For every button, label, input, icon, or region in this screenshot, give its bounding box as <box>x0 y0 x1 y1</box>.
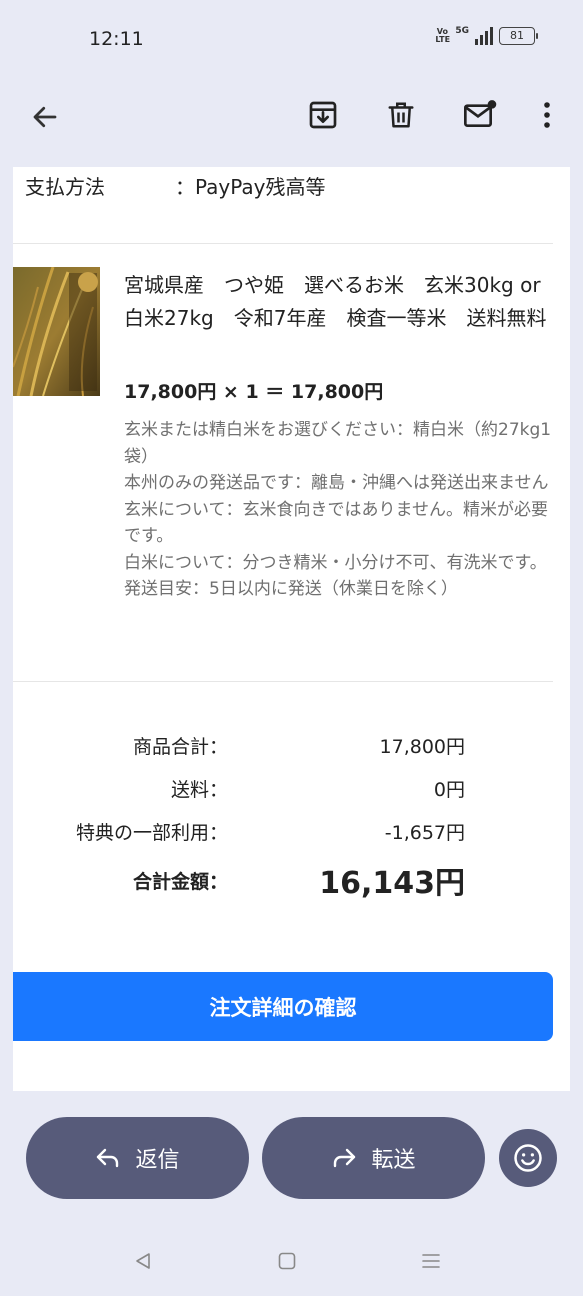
nav-home-button[interactable] <box>272 1246 302 1276</box>
status-icons: Vo LTE 5G 81 <box>435 26 538 45</box>
nav-back-button[interactable] <box>128 1246 158 1276</box>
delete-button[interactable] <box>380 94 422 136</box>
emoji-icon <box>514 1144 542 1172</box>
shipping-value: 0円 <box>433 779 465 801</box>
forward-button[interactable]: 転送 <box>262 1117 485 1199</box>
signal-icon <box>475 27 493 45</box>
total-value: 16,143円 <box>319 866 465 901</box>
option-line: 玄米または精白米をお選びください：精白米（約27kg1袋） <box>124 420 552 467</box>
system-nav-bar <box>0 1228 583 1296</box>
email-toolbar <box>0 82 583 152</box>
archive-icon <box>309 101 337 129</box>
payment-method-value: ：PayPay残高等 <box>175 175 326 199</box>
subtotal-label: 商品合計： <box>132 736 228 758</box>
payment-method-row: 支払方法 ：PayPay残高等 <box>25 171 326 200</box>
product-title[interactable]: 宮城県産 つや姫 選べるお米 玄米30kg or 白米27kg 令和7年産 検査… <box>124 269 554 335</box>
rice-product-picture <box>13 267 100 396</box>
arrow-left-icon <box>33 106 57 128</box>
option-line: 本州のみの発送品です：離島・沖縄へは発送出来ません <box>124 473 549 493</box>
reply-button[interactable]: 返信 <box>26 1117 249 1199</box>
payment-method-label: 支払方法 <box>25 175 105 199</box>
mail-unread-icon <box>464 100 497 127</box>
reply-label: 返信 <box>135 1148 180 1173</box>
battery-icon: 81 <box>499 27 538 45</box>
triangle-back-icon <box>136 1253 150 1269</box>
more-options-button[interactable] <box>532 94 562 136</box>
forward-label: 転送 <box>371 1148 416 1173</box>
order-details-button[interactable]: 注文詳細の確認 <box>13 972 553 1041</box>
reply-action-bar: 返信 転送 <box>0 1110 583 1210</box>
emoji-button[interactable] <box>499 1129 557 1187</box>
network-type: 5G <box>455 26 469 36</box>
points-label: 特典の一部利用： <box>75 822 228 844</box>
back-button[interactable] <box>24 96 66 138</box>
product-options: 玄米または精白米をお選びください：精白米（約27kg1袋） 本州のみの発送品です… <box>124 417 554 603</box>
more-vertical-icon <box>544 102 550 128</box>
product-image[interactable] <box>13 267 100 396</box>
menu-recents-icon <box>422 1254 440 1268</box>
points-value: -1,657円 <box>384 822 465 844</box>
trash-icon <box>388 102 414 128</box>
price-line: 17,800円 × 1 ＝ 17,800円 <box>124 381 384 403</box>
mark-unread-button[interactable] <box>458 94 502 136</box>
forward-icon <box>334 1148 356 1168</box>
subtotal-value: 17,800円 <box>379 736 465 758</box>
nav-recents-button[interactable] <box>416 1246 446 1276</box>
reply-icon <box>97 1148 119 1168</box>
status-time: 12:11 <box>89 28 144 50</box>
option-line: 玄米について：玄米食向きではありません。精米が必要です。 <box>124 499 548 547</box>
divider <box>13 681 553 682</box>
status-bar: 12:11 Vo LTE 5G 81 <box>0 0 583 80</box>
archive-button[interactable] <box>302 94 344 136</box>
option-line: 発送目安：5日以内に発送（休業日を除く） <box>124 579 458 599</box>
email-body: 支払方法 ：PayPay残高等 宮城県産 つや姫 選べるお米 玄米30kg or … <box>13 167 570 1091</box>
shipping-label: 送料： <box>170 779 228 801</box>
volte-icon: Vo LTE <box>435 27 451 44</box>
divider <box>13 243 553 244</box>
square-home-icon <box>278 1252 296 1270</box>
option-line: 白米について：分つき精米・小分け不可、有洗米です。 <box>124 552 547 573</box>
total-label: 合計金額： <box>132 871 228 893</box>
